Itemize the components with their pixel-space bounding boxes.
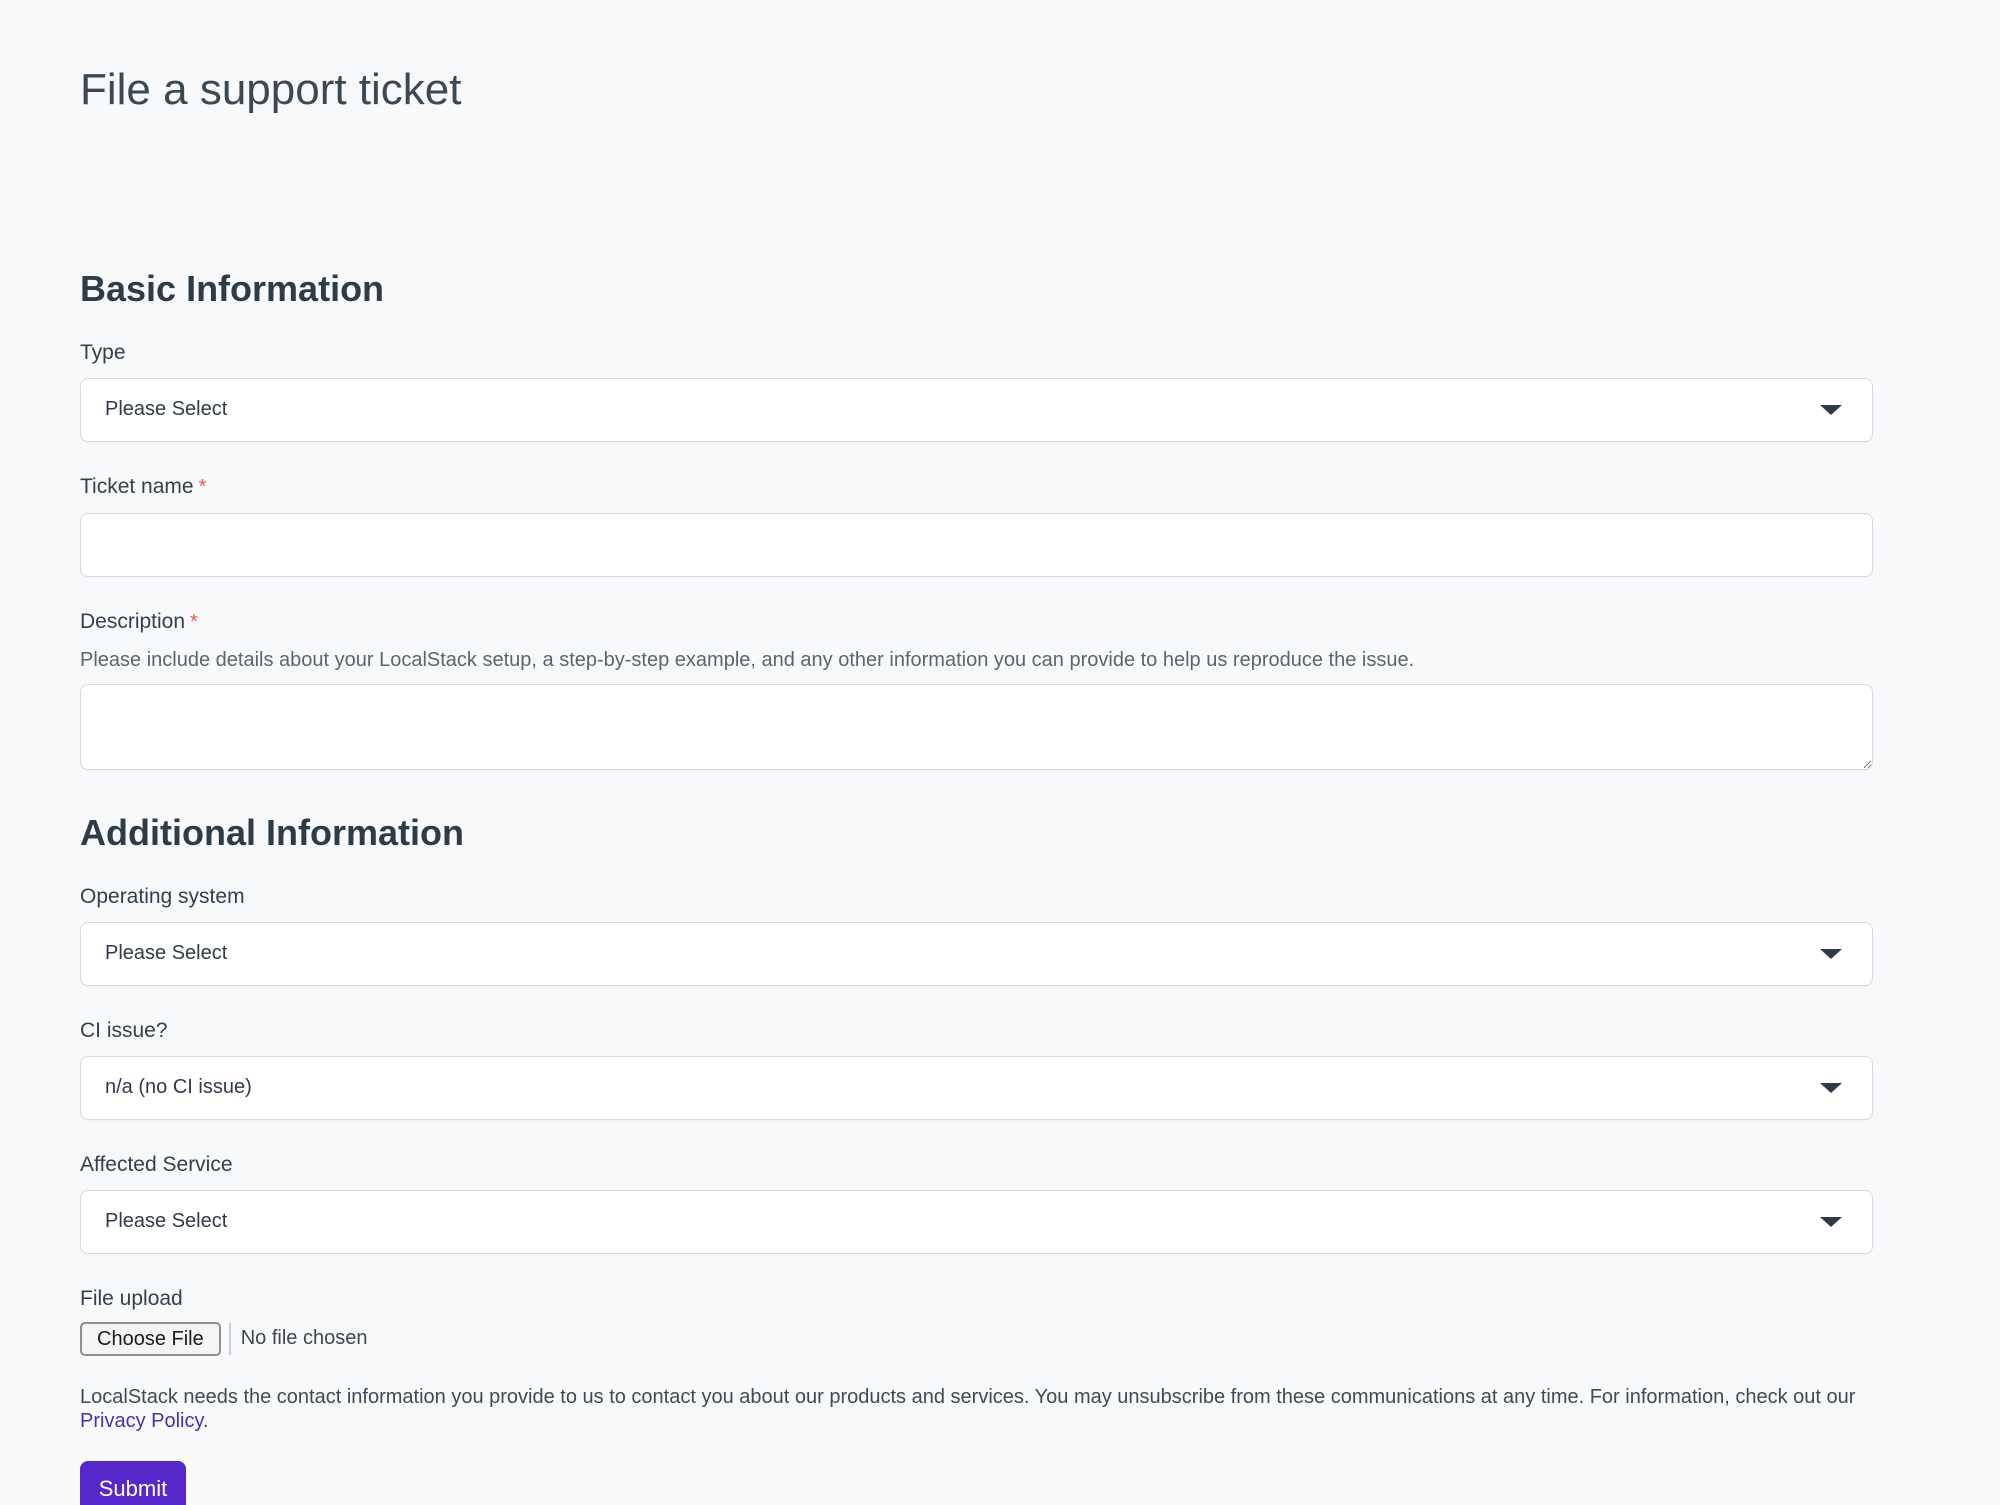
affected-service-select[interactable]: Please Select <box>80 1190 1873 1254</box>
operating-system-label: Operating system <box>80 884 1873 909</box>
field-ci-issue: CI issue? n/a (no CI issue) <box>80 1018 1873 1120</box>
chevron-down-icon <box>1820 1083 1842 1093</box>
file-upload-control: Choose File No file chosen <box>80 1319 1873 1359</box>
chevron-down-icon <box>1820 405 1842 415</box>
type-select-value: Please Select <box>105 398 227 421</box>
description-helper-text: Please include details about your LocalS… <box>80 648 1873 672</box>
support-ticket-form: Basic Information Type Please Select Tic… <box>80 267 1873 1505</box>
ci-issue-select-value: n/a (no CI issue) <box>105 1076 252 1099</box>
submit-button[interactable]: Submit <box>80 1461 186 1505</box>
operating-system-select-value: Please Select <box>105 942 227 965</box>
ticket-name-label: Ticket name* <box>80 474 1873 500</box>
field-type: Type Please Select <box>80 340 1873 442</box>
operating-system-select[interactable]: Please Select <box>80 922 1873 986</box>
privacy-note: LocalStack needs the contact information… <box>80 1385 1873 1433</box>
privacy-policy-link[interactable]: Privacy Policy <box>80 1410 203 1432</box>
field-affected-service: Affected Service Please Select <box>80 1152 1873 1254</box>
file-upload-label: File upload <box>80 1286 1873 1311</box>
type-select[interactable]: Please Select <box>80 378 1873 442</box>
ci-issue-label: CI issue? <box>80 1018 1873 1043</box>
affected-service-select-value: Please Select <box>105 1210 227 1233</box>
field-file-upload: File upload Choose File No file chosen <box>80 1286 1873 1359</box>
ci-issue-select[interactable]: n/a (no CI issue) <box>80 1056 1873 1120</box>
required-asterisk: * <box>190 611 198 633</box>
required-asterisk: * <box>199 476 207 498</box>
chevron-down-icon <box>1820 949 1842 959</box>
section-basic-information: Basic Information Type Please Select Tic… <box>80 267 1873 775</box>
field-operating-system: Operating system Please Select <box>80 884 1873 986</box>
additional-information-heading: Additional Information <box>80 811 1873 854</box>
privacy-text: LocalStack needs the contact information… <box>80 1386 1855 1408</box>
file-input-divider <box>229 1323 231 1355</box>
field-ticket-name: Ticket name* <box>80 474 1873 577</box>
ticket-name-input[interactable] <box>80 513 1873 577</box>
description-label: Description* <box>80 609 1873 635</box>
support-ticket-page: File a support ticket Basic Information … <box>0 0 2000 1505</box>
section-additional-information: Additional Information Operating system … <box>80 811 1873 1359</box>
type-label: Type <box>80 340 1873 365</box>
basic-information-heading: Basic Information <box>80 267 1873 310</box>
page-title: File a support ticket <box>80 64 1920 117</box>
file-chosen-status: No file chosen <box>241 1327 368 1350</box>
choose-file-button[interactable]: Choose File <box>80 1322 221 1356</box>
description-textarea[interactable] <box>80 684 1873 770</box>
privacy-text-period: . <box>203 1410 209 1432</box>
field-description: Description* Please include details abou… <box>80 609 1873 775</box>
affected-service-label: Affected Service <box>80 1152 1873 1177</box>
chevron-down-icon <box>1820 1217 1842 1227</box>
